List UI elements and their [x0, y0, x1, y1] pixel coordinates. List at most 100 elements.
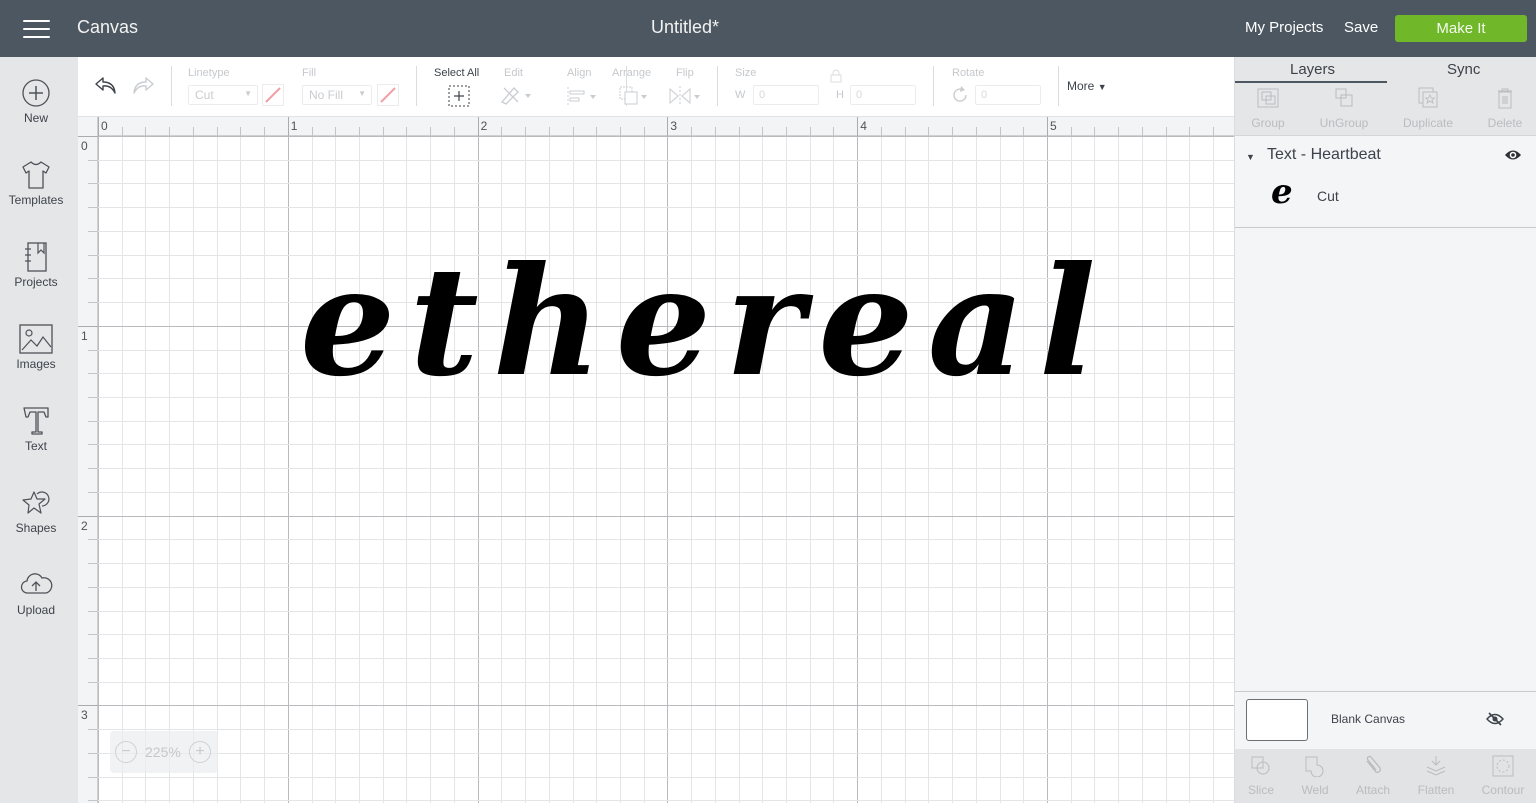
sidebar-label: Shapes — [15, 521, 57, 535]
width-label: W — [735, 89, 746, 101]
cloud-upload-icon — [20, 573, 53, 594]
flatten-button[interactable]: Flatten — [1406, 755, 1466, 797]
arrange-icon[interactable] — [618, 85, 650, 107]
group-label: Group — [1251, 116, 1285, 130]
layer-group-text-heartbeat: ▼ Text - Heartbeat e Cut — [1235, 136, 1536, 228]
zoom-out-button[interactable]: − — [115, 741, 137, 763]
group-button[interactable]: Group — [1233, 87, 1303, 130]
text-t-icon — [23, 407, 49, 435]
ruler-y-label: 1 — [81, 328, 88, 343]
blank-canvas-swatch[interactable] — [1246, 699, 1308, 741]
caret-down-icon: ▼ — [1097, 82, 1107, 92]
zoom-in-button[interactable]: + — [189, 741, 211, 763]
delete-label: Delete — [1487, 116, 1523, 130]
ungroup-label: UnGroup — [1319, 116, 1369, 130]
eye-visible-icon[interactable] — [1504, 148, 1522, 162]
paperclip-icon — [1366, 755, 1381, 773]
delete-button[interactable]: Delete — [1470, 87, 1536, 130]
redo-icon[interactable] — [130, 75, 156, 97]
contour-button[interactable]: Contour — [1473, 755, 1533, 797]
my-projects-link[interactable]: My Projects — [1245, 19, 1323, 36]
ungroup-button[interactable]: UnGroup — [1309, 87, 1379, 130]
trash-icon — [1498, 88, 1512, 109]
slice-icon — [1251, 756, 1270, 775]
shapes-icon — [22, 491, 50, 514]
sidebar-item-templates[interactable]: Templates — [0, 159, 72, 229]
ruler-y-label: 0 — [81, 139, 88, 153]
notebook-icon — [25, 242, 47, 272]
panel-tabs: Layers Sync — [1235, 57, 1536, 83]
sidebar-item-shapes[interactable]: Shapes — [0, 487, 72, 557]
edit-pencil-ruler-icon[interactable] — [499, 84, 533, 106]
bottom-actions-bar: Slice Weld Attach Flatten Contour — [1235, 749, 1536, 803]
more-menu-button[interactable]: More ▼ — [1067, 79, 1107, 93]
sidebar-item-images[interactable]: Images — [0, 323, 72, 393]
duplicate-button[interactable]: Duplicate — [1393, 87, 1463, 130]
image-icon — [19, 324, 53, 354]
ruler-x-label: 3 — [670, 119, 678, 133]
attach-label: Attach — [1355, 783, 1391, 797]
slice-label: Slice — [1247, 783, 1274, 797]
weld-button[interactable]: Weld — [1285, 755, 1345, 797]
blank-canvas-row: Blank Canvas — [1235, 691, 1536, 749]
tab-sync[interactable]: Sync — [1447, 61, 1480, 78]
left-sidebar: New Templates Projects Images Text Shape… — [0, 57, 78, 803]
undo-icon[interactable] — [93, 75, 119, 97]
blank-canvas-label: Blank Canvas — [1331, 712, 1406, 726]
lock-proportions-icon[interactable] — [828, 69, 844, 83]
linetype-color-swatch[interactable] — [262, 84, 284, 106]
sidebar-item-new[interactable]: New — [0, 77, 72, 147]
collapse-caret-icon[interactable]: ▼ — [1246, 152, 1255, 162]
sidebar-item-projects[interactable]: Projects — [0, 241, 72, 311]
rotate-label: Rotate — [952, 67, 985, 79]
layer-actions-bar: Group UnGroup Duplicate Delete — [1235, 83, 1536, 136]
height-value: 0 — [856, 89, 863, 101]
linetype-select[interactable]: Cut ▼ — [188, 85, 258, 105]
rotate-value: 0 — [981, 89, 988, 101]
sidebar-label: Text — [24, 439, 47, 453]
ruler-y-label: 3 — [81, 708, 88, 723]
sidebar-label: Projects — [14, 275, 58, 289]
select-all-icon[interactable] — [448, 85, 470, 107]
width-input[interactable]: 0 — [753, 85, 819, 105]
duplicate-icon — [1418, 87, 1438, 108]
linetype-value: Cut — [195, 88, 214, 102]
layer-item-label: Cut — [1317, 188, 1339, 204]
rotate-input[interactable]: 0 — [975, 85, 1041, 105]
document-title: Untitled* — [650, 17, 720, 37]
sidebar-item-upload[interactable]: Upload — [0, 569, 72, 639]
ruler-ticks — [78, 117, 1214, 801]
eye-hidden-icon[interactable] — [1486, 711, 1504, 727]
canvas-text-object[interactable]: ethereal — [300, 247, 1110, 397]
slice-button[interactable]: Slice — [1231, 755, 1291, 797]
plus-circle-icon — [22, 79, 50, 107]
save-button[interactable]: Save — [1344, 19, 1378, 36]
fill-select[interactable]: No Fill ▼ — [302, 85, 372, 105]
sidebar-item-text[interactable]: Text — [0, 405, 72, 475]
ruler-x-label: 1 — [290, 119, 298, 133]
height-input[interactable]: 0 — [850, 85, 916, 105]
flatten-label: Flatten — [1417, 783, 1455, 797]
dropdown-arrow-icon: ▼ — [244, 89, 252, 98]
weld-icon — [1305, 756, 1324, 778]
tab-layers[interactable]: Layers — [1290, 61, 1335, 78]
select-all-label: Select All — [434, 67, 480, 79]
zoom-level: 225% — [145, 744, 181, 760]
fill-value: No Fill — [309, 88, 344, 102]
size-label: Size — [735, 67, 757, 79]
fill-label: Fill — [302, 67, 317, 79]
ruler-x-label: 5 — [1050, 119, 1057, 133]
fill-color-swatch[interactable] — [377, 84, 399, 106]
sidebar-label: Images — [16, 357, 56, 371]
arrange-label: Arrange — [612, 67, 652, 79]
make-it-button[interactable]: Make It — [1395, 15, 1527, 42]
align-label: Align — [567, 67, 592, 79]
flip-icon[interactable] — [668, 85, 702, 107]
layer-group-title[interactable]: Text - Heartbeat — [1267, 146, 1381, 164]
attach-button[interactable]: Attach — [1343, 755, 1403, 797]
ungroup-icon — [1335, 88, 1353, 107]
contour-label: Contour — [1481, 783, 1525, 797]
design-canvas[interactable]: 0 1 2 3 4 5 0 1 2 3 ethereal − 225% + — [78, 117, 1234, 803]
layer-item[interactable]: e Cut — [1235, 172, 1536, 218]
align-icon[interactable] — [566, 85, 598, 107]
